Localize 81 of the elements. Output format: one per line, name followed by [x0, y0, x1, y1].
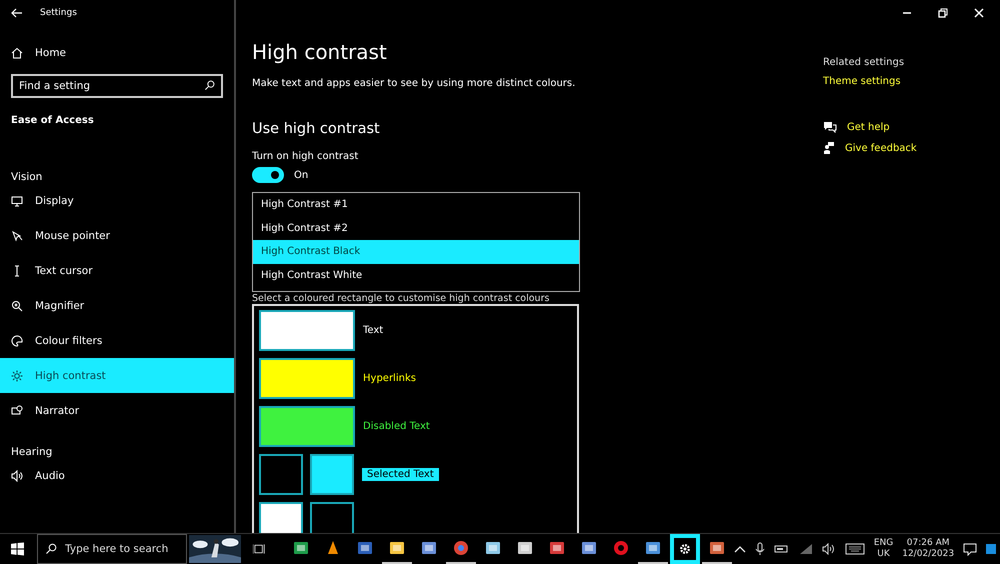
swatch-label: Disabled Text: [363, 421, 430, 432]
nav-item[interactable]: Text cursor: [0, 253, 234, 288]
app-icon: [389, 540, 406, 556]
nav-item[interactable]: Magnifier: [0, 288, 234, 323]
swatch-label: Hyperlinks: [363, 373, 416, 384]
app-icon: [485, 540, 502, 556]
nav-item[interactable]: Colour filters: [0, 323, 234, 358]
battery-icon[interactable]: [774, 544, 790, 554]
taskbar-search-field[interactable]: Type here to search: [37, 534, 188, 564]
window-title: Settings: [40, 8, 77, 18]
swatch-label: Text: [363, 325, 384, 336]
app-icon: [421, 540, 438, 556]
search-icon: [204, 80, 215, 91]
language-indicator[interactable]: ENG UK: [874, 538, 894, 560]
help-link[interactable]: Give feedback: [845, 142, 917, 154]
app-icon: [580, 540, 597, 556]
palette-icon: [11, 334, 23, 346]
colour-swatch[interactable]: [259, 406, 355, 447]
app-icon: [644, 540, 661, 556]
colour-swatch[interactable]: [310, 454, 354, 495]
pointer-icon: [11, 230, 23, 242]
section-heading: Ease of Access: [10, 114, 95, 128]
magnifier-icon: [11, 300, 23, 312]
app-icon: [357, 540, 374, 556]
page-description: Make text and apps easier to see by using more distinct colours.: [252, 78, 576, 89]
theme-option[interactable]: High Contrast #2: [253, 216, 579, 240]
toggle-state: On: [294, 170, 308, 180]
colour-swatch[interactable]: [259, 502, 303, 533]
back-arrow-icon[interactable]: [11, 8, 23, 18]
home-icon: [11, 47, 23, 59]
search-icon: [45, 543, 58, 555]
nav-item[interactable]: Narrator: [0, 393, 234, 428]
monitor-icon: [11, 194, 23, 206]
volume-icon[interactable]: [822, 543, 836, 555]
colour-swatch[interactable]: [259, 358, 355, 399]
app-icon: [708, 540, 725, 556]
home-link[interactable]: Home: [35, 47, 66, 59]
restore-icon[interactable]: [938, 8, 948, 18]
theme-option[interactable]: High Contrast Black: [253, 240, 579, 264]
app-icon: [548, 540, 565, 556]
microphone-icon[interactable]: [754, 542, 765, 556]
page-title: High contrast: [252, 40, 388, 64]
related-heading: Related settings: [823, 57, 906, 68]
colour-swatch[interactable]: [259, 454, 303, 495]
toggle-label: Turn on high contrast: [252, 151, 360, 162]
close-icon[interactable]: [974, 8, 984, 18]
windows-start-icon[interactable]: [11, 542, 24, 556]
chevron-up-icon[interactable]: [734, 545, 746, 553]
related-link[interactable]: Theme settings: [823, 76, 917, 87]
chat-bubbles-icon: [823, 121, 837, 133]
section-heading: Use high contrast: [252, 121, 381, 137]
narrator-icon: [11, 404, 23, 416]
nav-item[interactable]: Mouse pointer: [0, 218, 234, 253]
theme-option[interactable]: High Contrast White: [253, 264, 579, 287]
search-field[interactable]: Find a setting: [11, 74, 223, 98]
clock[interactable]: 07:26 AM 12/02/2023: [902, 538, 954, 560]
nav-item[interactable]: Audio: [0, 458, 234, 493]
notification-icon[interactable]: [963, 542, 978, 556]
group-heading: Hearing: [10, 445, 54, 458]
app-icon: [293, 540, 310, 556]
taskbar-app-button[interactable]: [670, 534, 700, 564]
swatch-hint: Select a coloured rectangle to customise high contrast colours: [252, 293, 550, 304]
help-link[interactable]: Get help: [847, 122, 890, 132]
person-feedback-icon: [823, 141, 835, 155]
gear-icon: [674, 538, 696, 560]
app-icon: [516, 540, 533, 556]
nav-item[interactable]: Display: [0, 183, 234, 218]
speaker-icon: [11, 470, 23, 482]
colour-swatch[interactable]: [310, 502, 354, 533]
task-view-icon[interactable]: [253, 542, 267, 556]
nav-item[interactable]: High contrast: [0, 358, 234, 393]
round-app-icon: [612, 540, 629, 556]
keyboard-icon[interactable]: [844, 543, 865, 555]
show-desktop-button[interactable]: [986, 544, 996, 554]
round-app-icon: [453, 540, 470, 556]
group-heading: Vision: [10, 170, 44, 183]
colour-swatch[interactable]: [259, 310, 355, 351]
sun-icon: [11, 370, 23, 382]
theme-option[interactable]: High Contrast #1: [253, 193, 579, 216]
swatch-label: Selected Text: [362, 468, 439, 481]
toggle-switch[interactable]: [252, 167, 284, 183]
